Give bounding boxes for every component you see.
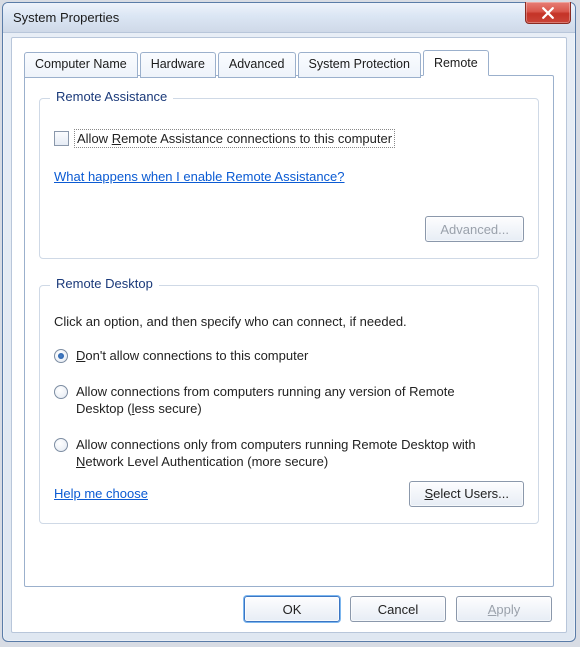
group-title-remote-assistance: Remote Assistance — [50, 89, 173, 104]
radio-allow-nla-label: Allow connections only from computers ru… — [76, 436, 496, 471]
system-properties-window: System Properties Computer Name Hardware… — [2, 2, 576, 642]
remote-assistance-advanced-button[interactable]: Advanced... — [425, 216, 524, 242]
group-title-remote-desktop: Remote Desktop — [50, 276, 159, 291]
tab-advanced[interactable]: Advanced — [218, 52, 296, 78]
radio-allow-any-row: Allow connections from computers running… — [54, 383, 524, 418]
title-bar: System Properties — [3, 3, 575, 33]
remote-desktop-instruction: Click an option, and then specify who ca… — [54, 314, 524, 329]
tab-system-protection[interactable]: System Protection — [298, 52, 421, 78]
tab-hardware[interactable]: Hardware — [140, 52, 216, 78]
close-icon — [542, 7, 554, 19]
tab-strip: Computer Name Hardware Advanced System P… — [24, 50, 554, 76]
dialog-button-row: OK Cancel Apply — [244, 596, 552, 622]
radio-allow-any[interactable] — [54, 385, 68, 399]
radio-dont-allow-label: Don't allow connections to this computer — [76, 347, 308, 365]
radio-allow-nla[interactable] — [54, 438, 68, 452]
tab-remote[interactable]: Remote — [423, 50, 489, 76]
allow-remote-assistance-row: Allow Remote Assistance connections to t… — [54, 131, 524, 146]
client-area: Computer Name Hardware Advanced System P… — [11, 37, 567, 633]
close-button[interactable] — [525, 2, 571, 24]
allow-remote-assistance-label: Allow Remote Assistance connections to t… — [76, 131, 393, 146]
tab-page-remote: Remote Assistance Allow Remote Assistanc… — [24, 75, 554, 587]
radio-dont-allow[interactable] — [54, 349, 68, 363]
select-users-button[interactable]: Select Users... — [409, 481, 524, 507]
cancel-button[interactable]: Cancel — [350, 596, 446, 622]
radio-allow-nla-row: Allow connections only from computers ru… — [54, 436, 524, 471]
window-title: System Properties — [13, 10, 119, 25]
group-remote-assistance: Remote Assistance Allow Remote Assistanc… — [39, 98, 539, 259]
apply-button[interactable]: Apply — [456, 596, 552, 622]
group-remote-desktop: Remote Desktop Click an option, and then… — [39, 285, 539, 524]
remote-assistance-help-link[interactable]: What happens when I enable Remote Assist… — [54, 169, 345, 184]
radio-dont-allow-row: Don't allow connections to this computer — [54, 347, 524, 365]
help-me-choose-link[interactable]: Help me choose — [54, 486, 148, 501]
ok-button[interactable]: OK — [244, 596, 340, 622]
tab-computer-name[interactable]: Computer Name — [24, 52, 138, 78]
allow-remote-assistance-checkbox[interactable] — [54, 131, 69, 146]
radio-allow-any-label: Allow connections from computers running… — [76, 383, 496, 418]
